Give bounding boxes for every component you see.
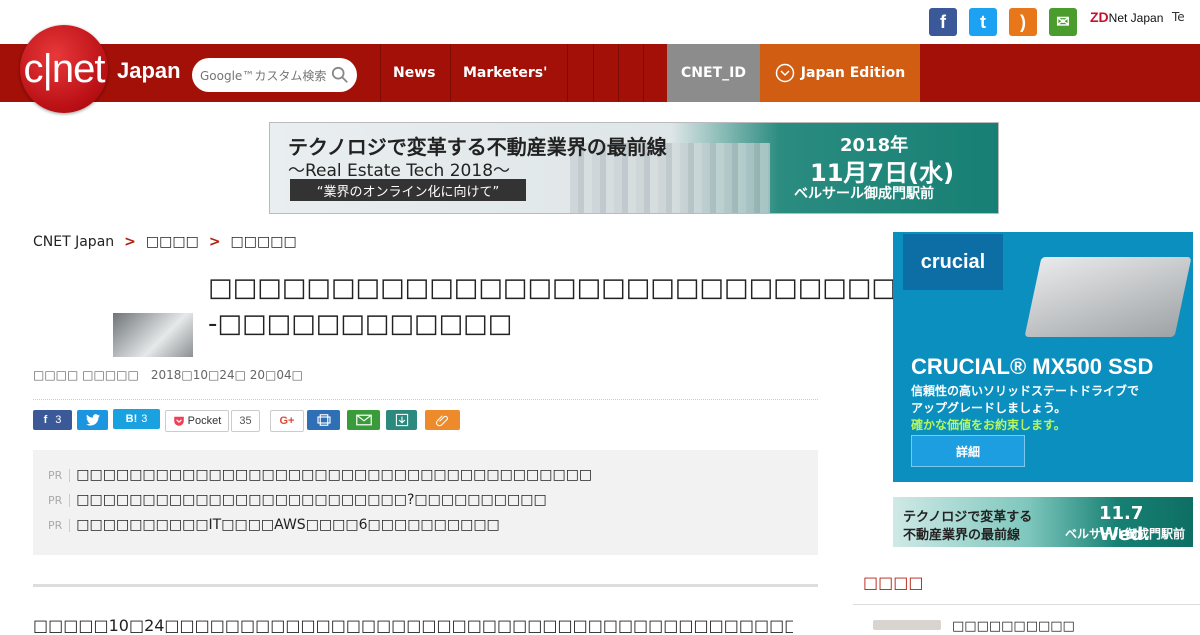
breadcrumb-level2[interactable]: □□□□□ [231,234,297,250]
chevron-down-icon [775,63,795,83]
save-button[interactable] [386,410,417,430]
sidebar-item-text[interactable]: □□□□□□□□□□ [952,619,1075,634]
print-button[interactable] [307,410,340,430]
facebook-icon[interactable]: f [929,8,957,36]
zdnet-label: Net Japan [1108,11,1164,25]
breadcrumb-separator: > [124,234,136,250]
crucial-logo: crucial [903,234,1003,290]
pocket-button[interactable]: Pocket [165,410,229,432]
nav-divider [567,44,568,102]
facebook-share-count: 3 [55,414,62,426]
nav-divider [450,44,451,102]
facebook-icon: f [43,414,48,426]
pr-item-text: □□□□□□□□□□□□□□□□□□□□□□□□□?□□□□□□□□□□ [76,492,547,508]
article-headline: □□□□□□□□□□□□□□□□□□□□□□□□□□□□□□□□□--□□□□□… [208,273,1029,339]
nav-marketers[interactable]: Marketers' [463,44,547,102]
pr-item-text: □□□□□□□□□□□□□□□□□□□□□□□□□□□□□□□□□□□□□□□ [76,467,593,483]
pr-tag: PR [48,518,71,532]
small-ad-line2: 不動産業界の最前線 [903,528,1021,543]
article-body-text: □□□□□10□24□□□□□□□□□□□□□□□□□□□□□□□□□□□□□□… [33,616,793,635]
zdnet-japan-link[interactable]: ZDNet Japan [1090,9,1163,25]
nav-divider [618,44,619,102]
clip-button[interactable] [425,410,460,430]
banner-venue: ベルサール御成門駅前 [794,186,934,202]
crucial-copy-1: 信頼性の高いソリッドステートドライブで [911,384,1140,398]
nav-japan-edition[interactable]: Japan Edition [760,44,920,102]
search-box [192,58,357,92]
pr-tag: PR [48,493,71,507]
google-plus-button[interactable]: G+ [270,410,304,432]
crucial-copy-2: アップグレードしましょう。 [911,401,1067,415]
email-share-button[interactable] [347,410,380,430]
pr-links-box: PR □□□□□□□□□□□□□□□□□□□□□□□□□□□□□□□□□□□□□… [33,450,818,555]
mail-icon [355,414,372,426]
te-link[interactable]: Te [1172,10,1185,24]
twitter-icon [85,414,100,426]
facebook-share-button[interactable]: f 3 [33,410,72,430]
nav-divider [643,44,644,102]
pr-item[interactable]: PR □□□□□□□□□□□□□□□□□□□□□□□□□□□□□□□□□□□□□… [48,467,592,483]
mail-icon[interactable]: ✉ [1049,8,1077,36]
sidebar-section-header: □□□□ [853,560,1200,605]
twitter-share-button[interactable] [77,410,108,430]
zdnet-logo-prefix: ZD [1090,9,1109,25]
download-icon [395,413,408,427]
twitter-icon[interactable]: t [969,8,997,36]
real-estate-tech-ad[interactable]: テクノロジで変革する 不動産業界の最前線 11.7 Wed. ベルサール御成門駅… [893,497,1193,547]
sidebar-section-title: □□□□ [863,573,924,592]
breadcrumb-level1[interactable]: □□□□ [146,234,199,250]
hatena-count: 3 [141,413,148,425]
pr-item-text: □□□□□□□□□□IT□□□□AWS□□□□6□□□□□□□□□□ [76,517,500,533]
hatena-icon: B! [125,413,138,425]
pocket-label: Pocket [187,415,222,427]
nav-news[interactable]: News [393,44,435,102]
paperclip-icon [435,415,448,427]
article-thumbnail [113,313,193,357]
small-ad-venue: ベルサール御成門駅前 [1065,527,1186,541]
crucial-details-button[interactable]: 詳細 [911,435,1025,467]
article-body: □□□□□10□24□□□□□□□□□□□□□□□□□□□□□□□□□□□□□□… [33,616,793,635]
crucial-copy-3: 確かな価値をお約束します。 [911,418,1066,432]
article-byline: □□□□ □□□□□ 2018□10□24□ 20□04□ [33,368,303,382]
hatena-bookmark-button[interactable]: B! 3 [113,409,160,429]
japan-edition-label: Japan Edition [800,65,906,81]
crucial-ssd-ad[interactable]: crucial CRUCIAL® MX500 SSD 信頼性の高いソリッドステー… [893,232,1193,482]
divider [33,584,818,587]
ssd-image [1024,257,1192,337]
banner-tagline: “業界のオンライン化に向けて” [290,179,526,201]
pocket-count: 35 [231,410,260,432]
nav-cnet-id[interactable]: CNET_ID [667,44,760,102]
banner-subtitle: 〜Real Estate Tech 2018〜 [288,161,511,181]
pr-item[interactable]: PR □□□□□□□□□□IT□□□□AWS□□□□6□□□□□□□□□□ [48,517,500,533]
search-input[interactable] [198,64,332,88]
top-banner-ad[interactable]: テクノロジで変革する不動産業界の最前線 〜Real Estate Tech 20… [269,122,999,214]
print-icon [316,414,331,426]
crucial-headline: CRUCIAL® MX500 SSD [911,354,1154,379]
small-ad-line1: テクノロジで変革する [903,510,1033,525]
breadcrumb-separator: > [208,234,221,250]
nav-divider [593,44,594,102]
rss-icon[interactable]: ) [1009,8,1037,36]
cnet-logo[interactable]: c|net [20,25,108,113]
breadcrumb: CNET Japan > □□□□ > □□□□□ [33,234,297,250]
pocket-icon [173,416,184,426]
breadcrumb-home[interactable]: CNET Japan [33,234,114,250]
sidebar-item-thumbnail[interactable] [873,620,941,630]
divider [33,399,818,400]
logo-japan-label: Japan [117,58,181,83]
pr-tag: PR [48,468,71,482]
pr-item[interactable]: PR □□□□□□□□□□□□□□□□□□□□□□□□□?□□□□□□□□□□ [48,492,547,508]
search-icon[interactable] [331,66,349,84]
nav-divider [380,44,381,102]
